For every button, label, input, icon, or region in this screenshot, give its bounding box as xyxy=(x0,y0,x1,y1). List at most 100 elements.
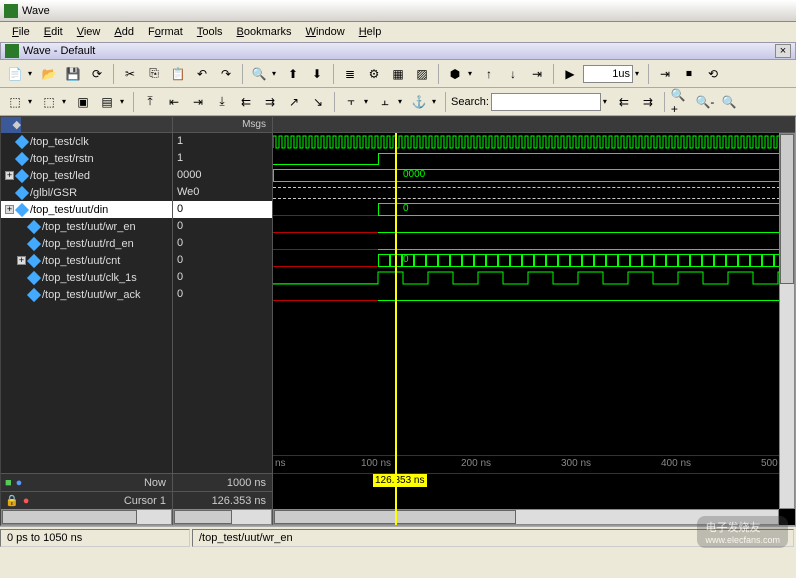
names-hscrollbar[interactable] xyxy=(1,509,172,525)
signal-row[interactable]: +/top_test/led xyxy=(1,167,172,184)
edge-rise-button[interactable]: ⤒ xyxy=(139,91,161,113)
dropdown-arrow-icon[interactable]: ▾ xyxy=(62,97,70,106)
menu-tools[interactable]: Tools xyxy=(191,24,229,40)
waveform-row[interactable]: 0000 xyxy=(273,167,795,184)
dropdown-arrow-icon[interactable]: ▾ xyxy=(28,69,36,78)
dropdown-arrow-icon[interactable]: ▾ xyxy=(398,97,406,106)
run-button[interactable]: ▶ xyxy=(559,63,581,85)
globe-icon[interactable]: ● xyxy=(16,477,23,489)
time-unit-arrow-icon[interactable]: ▾ xyxy=(635,69,643,78)
redo-button[interactable]: ↷ xyxy=(215,63,237,85)
dropdown-arrow-icon[interactable]: ▾ xyxy=(28,97,36,106)
reload-button[interactable]: ⟳ xyxy=(86,63,108,85)
run-time-input[interactable] xyxy=(583,65,633,83)
values-hscrollbar[interactable] xyxy=(173,509,272,525)
wave-vscrollbar[interactable] xyxy=(779,133,795,509)
layout2-button[interactable]: ▤ xyxy=(96,91,118,113)
waveform-row[interactable] xyxy=(273,235,795,252)
zoom-fit-button[interactable]: 🔍 xyxy=(718,91,740,113)
stop-button[interactable]: ⏹ xyxy=(678,63,700,85)
menu-window[interactable]: Window xyxy=(300,24,351,40)
find-next-button[interactable]: ⬇ xyxy=(306,63,328,85)
grid-button[interactable]: ▦ xyxy=(387,63,409,85)
dropdown-arrow-icon[interactable]: ▾ xyxy=(120,97,128,106)
signal-row[interactable]: +/top_test/uut/cnt xyxy=(1,252,172,269)
search-next-button[interactable]: ⇉ xyxy=(637,91,659,113)
expand-button[interactable]: + xyxy=(17,256,26,265)
grid2-button[interactable]: ▨ xyxy=(411,63,433,85)
expand-button[interactable]: + xyxy=(5,171,14,180)
menu-add[interactable]: Add xyxy=(108,24,140,40)
goto2-button[interactable]: ↘ xyxy=(307,91,329,113)
expand-button[interactable]: + xyxy=(5,205,14,214)
doc-close-button[interactable]: × xyxy=(775,44,791,58)
waveform-row[interactable]: 0 xyxy=(273,252,795,269)
waveform-row[interactable]: 0 xyxy=(273,201,795,218)
prev-edge-button[interactable]: ⇇ xyxy=(235,91,257,113)
step-into-button[interactable]: ⇥ xyxy=(526,63,548,85)
waveform-row[interactable] xyxy=(273,218,795,235)
next-edge-button[interactable]: ⇉ xyxy=(259,91,281,113)
edge-right-button[interactable]: ⇥ xyxy=(187,91,209,113)
edge-fall-button[interactable]: ⤓ xyxy=(211,91,233,113)
cursor-ruler[interactable]: 126.353 ns xyxy=(273,473,795,491)
signal-row[interactable]: /top_test/uut/clk_1s xyxy=(1,269,172,286)
remove-icon[interactable]: ● xyxy=(23,495,30,507)
search-prev-button[interactable]: ⇇ xyxy=(613,91,635,113)
menu-format[interactable]: Format xyxy=(142,24,189,40)
dropdown-arrow-icon[interactable]: ▾ xyxy=(432,97,440,106)
add-icon[interactable]: ■ xyxy=(5,477,12,489)
waveform-row[interactable] xyxy=(273,286,795,303)
step-up-button[interactable]: ↑ xyxy=(478,63,500,85)
dropdown-arrow-icon[interactable]: ▾ xyxy=(468,69,476,78)
stack-button[interactable]: ≣ xyxy=(339,63,361,85)
waveform-row[interactable] xyxy=(273,184,795,201)
menu-edit[interactable]: Edit xyxy=(38,24,69,40)
zoom-in-button[interactable]: 🔍+ xyxy=(670,91,692,113)
cursor-marker[interactable] xyxy=(395,133,397,525)
open-button[interactable]: 📂 xyxy=(38,63,60,85)
cut-button[interactable]: ✂ xyxy=(119,63,141,85)
waveform-row[interactable] xyxy=(273,133,795,150)
break-button[interactable]: ⬢ xyxy=(444,63,466,85)
find-button[interactable]: 🔍 xyxy=(248,63,270,85)
run-all-button[interactable]: ⇥ xyxy=(654,63,676,85)
expand-button[interactable]: ⫠ xyxy=(374,91,396,113)
new-button[interactable]: 📄 xyxy=(4,63,26,85)
group2-button[interactable]: ⬚ xyxy=(38,91,60,113)
menu-view[interactable]: View xyxy=(71,24,107,40)
waveform-panel[interactable]: 000000 ns 100 ns 200 ns 300 ns 400 ns 50… xyxy=(273,117,795,525)
lock-icon[interactable]: 🔒 xyxy=(5,494,19,507)
search-input[interactable] xyxy=(491,93,601,111)
group-button[interactable]: ⬚ xyxy=(4,91,26,113)
save-button[interactable]: 💾 xyxy=(62,63,84,85)
menu-file[interactable]: File xyxy=(6,24,36,40)
zoom-out-button[interactable]: 🔍- xyxy=(694,91,716,113)
menu-bookmarks[interactable]: Bookmarks xyxy=(231,24,298,40)
menu-help[interactable]: Help xyxy=(353,24,388,40)
edge-left-button[interactable]: ⇤ xyxy=(163,91,185,113)
collapse-button[interactable]: ⫟ xyxy=(340,91,362,113)
waveform-row[interactable] xyxy=(273,150,795,167)
signal-row[interactable]: /glbl/GSR xyxy=(1,184,172,201)
config-button[interactable]: ⚙ xyxy=(363,63,385,85)
undo-button[interactable]: ↶ xyxy=(191,63,213,85)
paste-button[interactable]: 📋 xyxy=(167,63,189,85)
copy-button[interactable]: ⎘ xyxy=(143,63,165,85)
signal-row[interactable]: /top_test/uut/wr_ack xyxy=(1,286,172,303)
signal-row[interactable]: /top_test/rstn xyxy=(1,150,172,167)
signal-row[interactable]: +/top_test/uut/din xyxy=(1,201,172,218)
dropdown-arrow-icon[interactable]: ▾ xyxy=(272,69,280,78)
anchor-button[interactable]: ⚓ xyxy=(408,91,430,113)
cursor-time-flag[interactable]: 126.353 ns xyxy=(373,474,427,487)
dropdown-arrow-icon[interactable]: ▾ xyxy=(364,97,372,106)
search-history-arrow-icon[interactable]: ▾ xyxy=(603,97,611,106)
find-prev-button[interactable]: ⬆ xyxy=(282,63,304,85)
signal-row[interactable]: /top_test/clk xyxy=(1,133,172,150)
step-down-button[interactable]: ↓ xyxy=(502,63,524,85)
signal-row[interactable]: /top_test/uut/rd_en xyxy=(1,235,172,252)
goto-button[interactable]: ↗ xyxy=(283,91,305,113)
restart-button[interactable]: ⟲ xyxy=(702,63,724,85)
waveform-row[interactable] xyxy=(273,269,795,286)
signal-row[interactable]: /top_test/uut/wr_en xyxy=(1,218,172,235)
